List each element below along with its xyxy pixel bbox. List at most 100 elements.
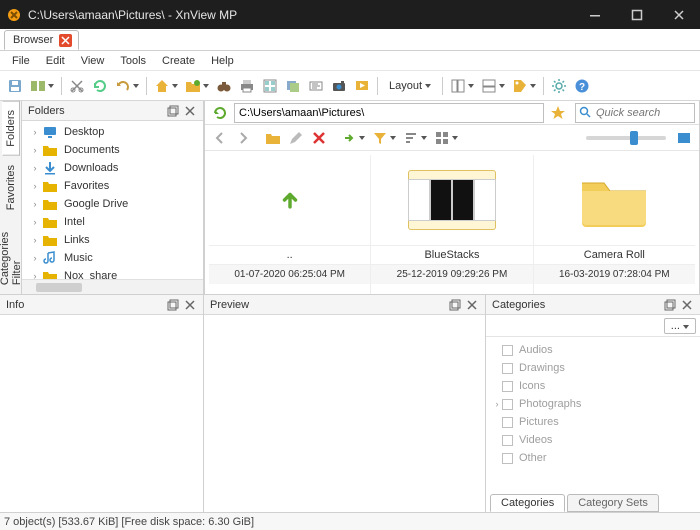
tree-item[interactable]: ›Desktop xyxy=(22,123,203,141)
thumbnail-item[interactable]: Camera Roll16-03-2019 07:28:04 PM xyxy=(534,155,695,294)
category-item[interactable]: Other xyxy=(490,449,696,467)
category-item[interactable]: Drawings xyxy=(490,359,696,377)
checkbox[interactable] xyxy=(502,435,513,446)
tree-item[interactable]: ›Music xyxy=(22,249,203,267)
sidetab-favorites[interactable]: Favorites xyxy=(2,156,20,219)
tree-item[interactable]: ›Intel xyxy=(22,213,203,231)
favorite-star-icon[interactable] xyxy=(547,102,569,124)
compare-icon[interactable] xyxy=(27,75,57,97)
tree-item[interactable]: ›Downloads xyxy=(22,159,203,177)
thumbnail-item[interactable]: ..01-07-2020 06:25:04 PM xyxy=(209,155,371,294)
undo-icon[interactable] xyxy=(112,75,142,97)
layout-dropdown[interactable]: Layout xyxy=(382,75,438,97)
search-input[interactable] xyxy=(575,103,695,123)
checkbox[interactable] xyxy=(502,381,513,392)
expand-icon[interactable]: › xyxy=(30,127,40,137)
horizontal-scrollbar[interactable] xyxy=(22,279,203,294)
reload-icon[interactable] xyxy=(209,102,231,124)
tab-browser[interactable]: Browser xyxy=(4,30,79,50)
tree-item[interactable]: ›Google Drive xyxy=(22,195,203,213)
expand-icon[interactable]: › xyxy=(30,199,40,209)
panel-layout-1-icon[interactable] xyxy=(447,75,477,97)
close-icon[interactable] xyxy=(59,34,72,47)
pen-icon[interactable] xyxy=(285,127,307,149)
menu-help[interactable]: Help xyxy=(203,53,242,69)
forward-icon[interactable] xyxy=(232,127,254,149)
categories-more-button[interactable]: ... xyxy=(664,318,696,334)
panel-close-icon[interactable] xyxy=(680,298,694,312)
tree-item[interactable]: ›Documents xyxy=(22,141,203,159)
expand-icon[interactable]: › xyxy=(30,253,40,263)
undock-icon[interactable] xyxy=(448,298,462,312)
checkbox[interactable] xyxy=(502,345,513,356)
camera-icon[interactable] xyxy=(328,75,350,97)
sidetab-folders[interactable]: Folders xyxy=(2,101,20,156)
folder-tree[interactable]: ›Desktop›Documents›Downloads›Favorites›G… xyxy=(22,121,203,279)
expand-icon[interactable]: › xyxy=(30,217,40,227)
tab-categories[interactable]: Categories xyxy=(490,494,565,512)
home-icon[interactable] xyxy=(151,75,181,97)
panel-close-icon[interactable] xyxy=(183,298,197,312)
menu-create[interactable]: Create xyxy=(154,53,203,69)
thumbnail-size-slider[interactable] xyxy=(586,136,666,140)
panel-layout-2-icon[interactable] xyxy=(478,75,508,97)
slideshow-icon[interactable] xyxy=(351,75,373,97)
delete-icon[interactable] xyxy=(308,127,330,149)
folder-icon[interactable] xyxy=(262,127,284,149)
menu-file[interactable]: File xyxy=(4,53,38,69)
expand-icon[interactable]: › xyxy=(492,399,502,409)
panel-close-icon[interactable] xyxy=(465,298,479,312)
maximize-button[interactable] xyxy=(616,0,658,29)
sidetab-categories-filter[interactable]: Categories Filter xyxy=(0,219,26,294)
category-item[interactable]: Icons xyxy=(490,377,696,395)
expand-icon[interactable]: › xyxy=(30,271,40,279)
open-folder-icon[interactable] xyxy=(182,75,212,97)
printer-icon[interactable] xyxy=(236,75,258,97)
menu-edit[interactable]: Edit xyxy=(38,53,73,69)
cut-icon[interactable] xyxy=(66,75,88,97)
category-item[interactable]: ›Photographs xyxy=(490,395,696,413)
category-item[interactable]: Videos xyxy=(490,431,696,449)
expand-icon[interactable]: › xyxy=(30,235,40,245)
undock-icon[interactable] xyxy=(663,298,677,312)
address-input[interactable] xyxy=(234,103,544,123)
expand-icon[interactable]: › xyxy=(30,145,40,155)
checkbox[interactable] xyxy=(502,399,513,410)
filter-icon[interactable] xyxy=(369,127,399,149)
category-item[interactable]: Audios xyxy=(490,341,696,359)
thumbnail-grid[interactable]: ..01-07-2020 06:25:04 PMBlueStacks25-12-… xyxy=(205,151,699,294)
undock-icon[interactable] xyxy=(166,104,180,118)
tag-icon[interactable] xyxy=(509,75,539,97)
checkbox[interactable] xyxy=(502,417,513,428)
category-list[interactable]: AudiosDrawingsIcons›PhotographsPicturesV… xyxy=(486,337,700,490)
menu-view[interactable]: View xyxy=(73,53,113,69)
tab-category-sets[interactable]: Category Sets xyxy=(567,494,659,512)
expand-icon[interactable]: › xyxy=(30,181,40,191)
sort-icon[interactable] xyxy=(400,127,430,149)
thumbnail-item[interactable]: BlueStacks25-12-2019 09:29:26 PM xyxy=(371,155,533,294)
back-icon[interactable] xyxy=(209,127,231,149)
tree-item[interactable]: ›Nox_share xyxy=(22,267,203,279)
contact-sheet-icon[interactable] xyxy=(259,75,281,97)
tree-item[interactable]: ›Links xyxy=(22,231,203,249)
binoculars-icon[interactable] xyxy=(213,75,235,97)
panel-close-icon[interactable] xyxy=(183,104,197,118)
batch-convert-icon[interactable] xyxy=(282,75,304,97)
save-icon[interactable] xyxy=(4,75,26,97)
viewmode-icon[interactable] xyxy=(431,127,461,149)
refresh-icon[interactable] xyxy=(89,75,111,97)
checkbox[interactable] xyxy=(502,363,513,374)
checkbox[interactable] xyxy=(502,453,513,464)
expand-icon[interactable]: › xyxy=(30,163,40,173)
minimize-button[interactable] xyxy=(574,0,616,29)
close-button[interactable] xyxy=(658,0,700,29)
undock-icon[interactable] xyxy=(166,298,180,312)
fullscreen-icon[interactable] xyxy=(673,127,695,149)
goto-icon[interactable] xyxy=(338,127,368,149)
tree-item[interactable]: ›Favorites xyxy=(22,177,203,195)
settings-icon[interactable] xyxy=(548,75,570,97)
menu-tools[interactable]: Tools xyxy=(112,53,154,69)
category-item[interactable]: Pictures xyxy=(490,413,696,431)
batch-rename-icon[interactable] xyxy=(305,75,327,97)
help-icon[interactable]: ? xyxy=(571,75,593,97)
